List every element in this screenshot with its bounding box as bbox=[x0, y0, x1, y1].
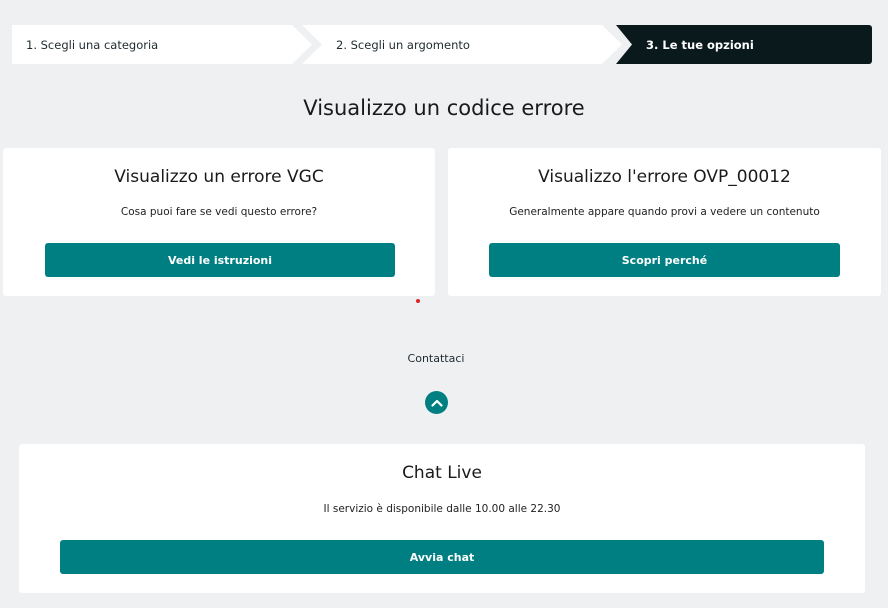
step-choose-category[interactable]: 1. Scegli una categoria bbox=[12, 25, 312, 64]
ovp-error-card: Visualizzo l'errore OVP_00012 Generalmen… bbox=[448, 148, 881, 296]
card-title: Visualizzo un errore VGC bbox=[114, 167, 324, 187]
page-title: Visualizzo un codice errore bbox=[303, 96, 585, 120]
vgc-error-card: Visualizzo un errore VGC Cosa puoi fare … bbox=[3, 148, 435, 296]
card-title: Visualizzo l'errore OVP_00012 bbox=[538, 167, 791, 187]
chevron-up-icon bbox=[430, 399, 443, 407]
find-out-why-button[interactable]: Scopri perché bbox=[489, 243, 840, 277]
progress-stepper: 1. Scegli una categoria 2. Scegli un arg… bbox=[12, 25, 872, 64]
contact-toggle-button[interactable] bbox=[425, 391, 448, 414]
card-title: Chat Live bbox=[402, 463, 482, 483]
step-label: 1. Scegli una categoria bbox=[26, 37, 159, 52]
cursor-dot bbox=[416, 299, 420, 303]
step-label: 3. Le tue opzioni bbox=[646, 37, 754, 52]
step-your-options: 3. Le tue opzioni bbox=[616, 25, 872, 64]
view-instructions-button[interactable]: Vedi le istruzioni bbox=[45, 243, 395, 277]
card-description: Generalmente appare quando provi a veder… bbox=[509, 206, 820, 218]
contact-heading: Contattaci bbox=[407, 352, 465, 365]
card-description: Cosa puoi fare se vedi questo errore? bbox=[120, 206, 318, 218]
step-label: 2. Scegli un argomento bbox=[336, 37, 470, 52]
step-choose-topic[interactable]: 2. Scegli un argomento bbox=[302, 25, 622, 64]
live-chat-card: Chat Live Il servizio è disponibile dall… bbox=[19, 444, 865, 593]
start-chat-button[interactable]: Avvia chat bbox=[60, 540, 824, 574]
card-description: Il servizio è disponibile dalle 10.00 al… bbox=[323, 503, 561, 515]
